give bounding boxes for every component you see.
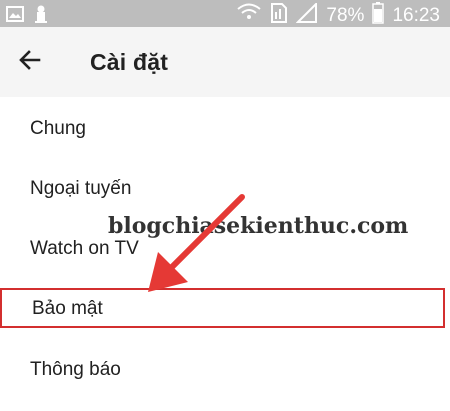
arrow-shaft (165, 194, 245, 274)
annotation-arrow (148, 194, 245, 292)
